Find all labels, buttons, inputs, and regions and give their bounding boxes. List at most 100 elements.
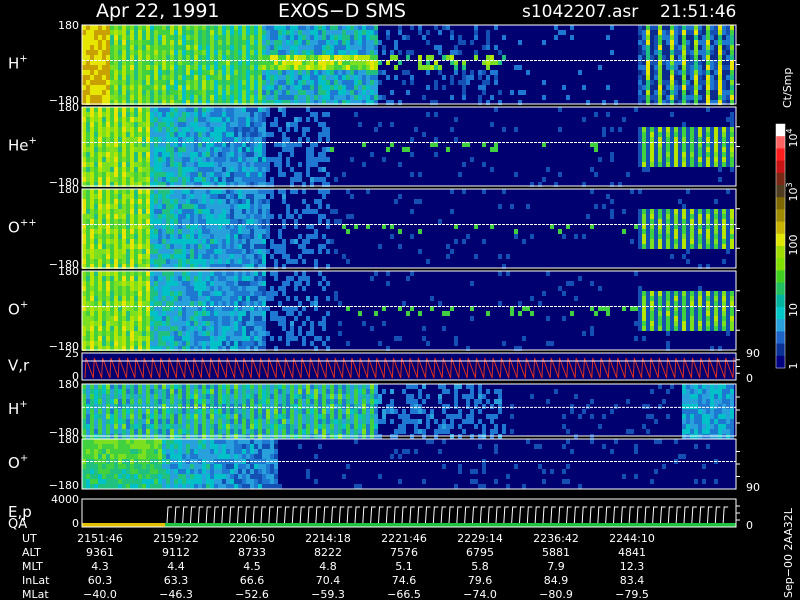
heatmap-cell	[682, 239, 686, 244]
heatmap-cell	[686, 157, 690, 162]
heatmap-cell	[110, 147, 114, 152]
heatmap-cell	[710, 35, 714, 40]
heatmap-cell	[322, 341, 326, 346]
heatmap-cell	[390, 50, 394, 55]
heatmap-cell	[114, 214, 118, 219]
heatmap-cell	[106, 301, 110, 306]
heatmap-cell	[454, 65, 458, 70]
heatmap-cell	[662, 25, 666, 30]
heatmap-cell	[134, 199, 138, 204]
heatmap-cell	[418, 30, 422, 35]
heatmap-cell	[674, 219, 678, 224]
heatmap-cell	[230, 214, 234, 219]
heatmap-cell	[210, 199, 214, 204]
heatmap-cell	[294, 336, 298, 341]
heatmap-cell	[138, 137, 142, 142]
heatmap-cell	[106, 219, 110, 224]
heatmap-cell	[130, 199, 134, 204]
heatmap-cell	[174, 254, 178, 259]
heatmap-cell	[134, 137, 138, 142]
heatmap-cell	[202, 152, 206, 157]
heatmap-cell	[222, 95, 226, 100]
heatmap-cell	[310, 321, 314, 326]
heatmap-cell	[270, 214, 274, 219]
heatmap-cell	[702, 95, 706, 100]
heatmap-cell	[726, 137, 730, 142]
heatmap-cell	[170, 122, 174, 127]
heatmap-cell	[198, 117, 202, 122]
heatmap-cell	[730, 95, 734, 100]
heatmap-cell	[346, 70, 350, 75]
heatmap-cell	[110, 326, 114, 331]
heatmap-cell	[162, 326, 166, 331]
heatmap-cell	[214, 85, 218, 90]
heatmap-cell	[258, 291, 262, 296]
heatmap-cell	[682, 152, 686, 157]
heatmap-cell	[234, 117, 238, 122]
heatmap-cell	[250, 194, 254, 199]
heatmap-cell	[234, 132, 238, 137]
heatmap-cell	[274, 70, 278, 75]
heatmap-cell	[154, 157, 158, 162]
heatmap-cell	[242, 85, 246, 90]
heatmap-cell	[138, 331, 142, 336]
heatmap-cell	[110, 152, 114, 157]
heatmap-cell	[462, 95, 466, 100]
heatmap-cell	[714, 70, 718, 75]
heatmap-cell	[118, 177, 122, 182]
heatmap-cell	[262, 199, 266, 204]
heatmap-cell	[658, 291, 662, 296]
heatmap-cell	[262, 122, 266, 127]
heatmap-cell	[694, 244, 698, 249]
heatmap-cell	[254, 326, 258, 331]
heatmap-cell	[462, 239, 466, 244]
heatmap-cell	[82, 189, 86, 194]
heatmap-cell	[262, 172, 266, 177]
heatmap-cell	[198, 157, 202, 162]
heatmap-cell	[118, 234, 122, 239]
heatmap-cell	[654, 132, 658, 137]
heatmap-cell	[258, 90, 262, 95]
heatmap-cell	[202, 244, 206, 249]
heatmap-cell	[114, 117, 118, 122]
heatmap-cell	[150, 276, 154, 281]
heatmap-cell	[194, 199, 198, 204]
heatmap-cell	[154, 194, 158, 199]
heatmap-cell	[106, 117, 110, 122]
heatmap-cell	[170, 244, 174, 249]
heatmap-cell	[242, 336, 246, 341]
heatmap-cell	[206, 40, 210, 45]
heatmap-cell	[230, 157, 234, 162]
heatmap-cell	[254, 95, 258, 100]
heatmap-cell	[86, 172, 90, 177]
heatmap-cell	[98, 336, 102, 341]
heatmap-cell	[158, 107, 162, 112]
heatmap-cell	[422, 95, 426, 100]
heatmap-cell	[110, 137, 114, 142]
heatmap-cell	[690, 127, 694, 132]
heatmap-cell	[242, 70, 246, 75]
heatmap-cell	[98, 199, 102, 204]
heatmap-cell	[194, 229, 198, 234]
heatmap-cell	[642, 321, 646, 326]
heatmap-cell	[298, 214, 302, 219]
heatmap-cell	[314, 35, 318, 40]
heatmap-cell	[162, 132, 166, 137]
heatmap-cell	[158, 85, 162, 90]
heatmap-cell	[158, 167, 162, 172]
heatmap-cell	[246, 55, 250, 60]
heatmap-cell	[198, 189, 202, 194]
heatmap-cell	[142, 177, 146, 182]
heatmap-cell	[198, 254, 202, 259]
heatmap-cell	[122, 336, 126, 341]
heatmap-cell	[286, 336, 290, 341]
heatmap-cell	[86, 177, 90, 182]
heatmap-cell	[194, 75, 198, 80]
heatmap-cell	[90, 336, 94, 341]
heatmap-cell	[102, 75, 106, 80]
heatmap-cell	[102, 249, 106, 254]
heatmap-cell	[82, 65, 86, 70]
heatmap-cell	[578, 276, 582, 281]
heatmap-cell	[206, 117, 210, 122]
heatmap-cell	[218, 85, 222, 90]
